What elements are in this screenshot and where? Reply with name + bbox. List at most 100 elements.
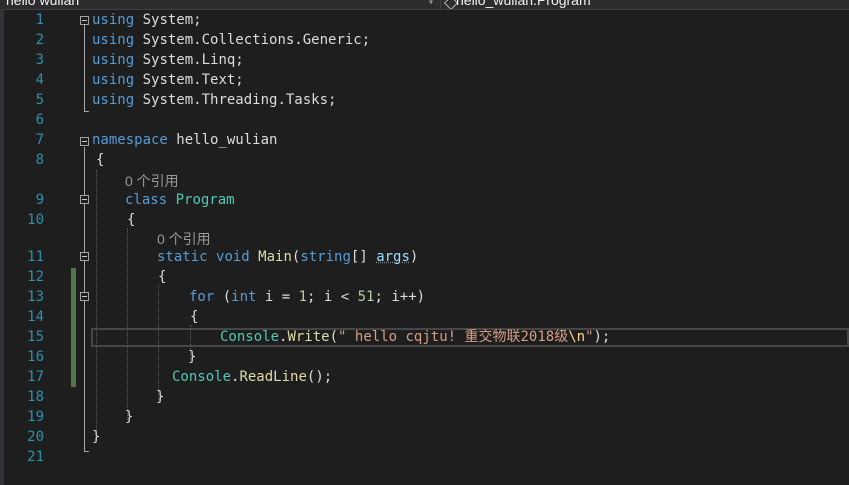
line-number: 20: [27, 429, 44, 445]
code-token: static: [157, 249, 208, 265]
code-line[interactable]: 5 using System.Threading.Tasks;: [0, 90, 849, 110]
code-text[interactable]: for (int i = 1; i < 51; i++): [189, 287, 425, 307]
code-token: );: [593, 329, 611, 345]
code-line[interactable]: 17 Console.ReadLine();: [0, 367, 849, 387]
line-number: 19: [27, 409, 44, 425]
line-number: 3: [35, 52, 44, 68]
code-token: ; i++): [374, 289, 426, 305]
code-text[interactable]: using System.Text;: [92, 70, 244, 90]
code-line[interactable]: 6: [0, 110, 849, 130]
code-editor[interactable]: 0 个引用 0 个引用 1 using System; 2 using System.…: [0, 10, 849, 485]
code-token: \n: [568, 329, 586, 345]
code-line[interactable]: 16}: [0, 347, 849, 367]
code-line[interactable]: 11 static void Main(string[] args): [0, 247, 849, 267]
line-number: 13: [27, 289, 44, 305]
code-token: class: [125, 192, 168, 208]
code-token: {: [190, 309, 199, 325]
code-line[interactable]: 18}: [0, 387, 849, 407]
code-text[interactable]: {: [190, 307, 198, 327]
code-text[interactable]: class Program: [125, 190, 235, 210]
line-number: 12: [27, 269, 44, 285]
line-number: 10: [27, 212, 44, 228]
code-token: System;: [134, 12, 202, 28]
code-text[interactable]: {: [158, 267, 166, 287]
code-token: []: [350, 249, 377, 265]
code-line[interactable]: 13 for (int i = 1; i < 51; i++): [0, 287, 849, 307]
code-token: using: [92, 12, 135, 28]
code-token: for: [189, 289, 215, 305]
code-token: Console: [172, 369, 232, 385]
code-token: using: [92, 52, 135, 68]
line-number: 1: [35, 12, 44, 28]
code-line[interactable]: 19}: [0, 407, 849, 427]
code-text[interactable]: }: [188, 347, 196, 367]
line-number: 6: [35, 112, 44, 128]
code-line[interactable]: 1 using System;: [0, 10, 849, 30]
code-token: System.Linq;: [134, 52, 244, 68]
line-number: 17: [27, 369, 44, 385]
line-number: 2: [35, 32, 44, 48]
code-token: Program: [175, 192, 235, 208]
code-token: {: [96, 152, 105, 168]
line-number: 9: [35, 192, 44, 208]
type-dropdown[interactable]: hello_wulian.Program: [456, 0, 591, 9]
code-token: }: [156, 389, 165, 405]
code-text[interactable]: Console.Write(" hello cqjtu! 重交物联2018级\n…: [220, 327, 610, 347]
code-token: System.Threading.Tasks;: [134, 92, 337, 108]
code-line[interactable]: 7 namespace hello_wulian: [0, 130, 849, 150]
code-line[interactable]: 15 Console.Write(" hello cqjtu! 重交物联2018级…: [0, 327, 849, 347]
chevron-down-icon[interactable]: ▾: [428, 0, 434, 8]
code-line[interactable]: 9 class Program: [0, 190, 849, 210]
code-token: string: [300, 249, 351, 265]
code-token: 51: [357, 289, 375, 305]
code-lens-main-references[interactable]: 0 个引用: [157, 230, 211, 248]
code-text[interactable]: static void Main(string[] args): [157, 247, 418, 267]
code-text[interactable]: using System.Collections.Generic;: [92, 30, 370, 50]
code-token: using: [92, 92, 135, 108]
code-text[interactable]: Console.ReadLine();: [172, 367, 332, 387]
code-line[interactable]: 20}: [0, 427, 849, 447]
code-token: {: [127, 212, 136, 228]
line-number: 15: [27, 329, 44, 345]
line-number: 4: [35, 72, 44, 88]
code-text[interactable]: {: [96, 150, 104, 170]
code-line[interactable]: 12 {: [0, 267, 849, 287]
code-line[interactable]: 4 using System.Text;: [0, 70, 849, 90]
code-token: System.Text;: [134, 72, 244, 88]
code-token: using: [92, 72, 135, 88]
project-dropdown[interactable]: hello wulian: [6, 0, 79, 9]
code-token: System.Collections.Generic;: [134, 32, 371, 48]
code-token: ReadLine: [239, 369, 307, 385]
code-text[interactable]: using System;: [92, 10, 202, 30]
code-token: " hello cqjtu! 重交物联2018级: [338, 329, 569, 345]
code-line[interactable]: 3 using System.Linq;: [0, 50, 849, 70]
code-token: Main: [258, 249, 292, 265]
code-token: namespace: [92, 132, 168, 148]
code-line[interactable]: 21: [0, 447, 849, 467]
code-token: hello_wulian: [167, 132, 278, 148]
code-token: i =: [256, 289, 299, 305]
code-text[interactable]: namespace hello_wulian: [92, 130, 277, 150]
code-token: ": [585, 329, 594, 345]
code-text[interactable]: using System.Threading.Tasks;: [92, 90, 336, 110]
code-lens-program-references[interactable]: 0 个引用: [125, 172, 179, 190]
code-token: using: [92, 32, 135, 48]
code-text[interactable]: {: [127, 210, 135, 230]
line-number: 5: [35, 92, 44, 108]
code-line[interactable]: 2 using System.Collections.Generic;: [0, 30, 849, 50]
code-text[interactable]: }: [125, 407, 133, 427]
code-token: args: [376, 249, 410, 265]
code-token: void: [216, 249, 250, 265]
code-text[interactable]: }: [156, 387, 164, 407]
code-line[interactable]: 10 {: [0, 210, 849, 230]
code-text[interactable]: using System.Linq;: [92, 50, 244, 70]
navbar-divider: [440, 0, 441, 9]
line-number: 14: [27, 309, 44, 325]
code-token: ; i <: [307, 289, 358, 305]
code-line[interactable]: 8{: [0, 150, 849, 170]
code-text[interactable]: }: [92, 427, 100, 447]
code-line[interactable]: 14 {: [0, 307, 849, 327]
